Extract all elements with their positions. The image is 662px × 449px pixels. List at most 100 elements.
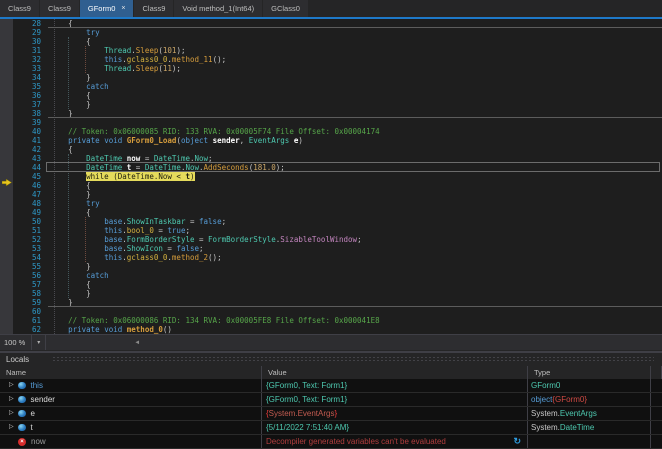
code-text[interactable]: Thread.Sleep(101);: [50, 46, 185, 55]
token: =: [131, 163, 145, 172]
line-number: 42: [13, 145, 41, 154]
code-text[interactable]: private void GForm0_Load(object sender, …: [50, 136, 303, 145]
refresh-icon[interactable]: ↻: [513, 435, 521, 448]
tab-void-method_1-int64-[interactable]: Void method_1(Int64): [174, 0, 262, 17]
locals-row-sender[interactable]: ▷sender{GForm0, Text: Form1}object {GFor…: [0, 393, 662, 407]
zoom-level-button[interactable]: 100 %: [0, 335, 31, 350]
indent: [50, 217, 104, 226]
line-number: 56: [13, 271, 41, 280]
value-cell[interactable]: {GForm0, Text: Form1}: [262, 393, 528, 406]
token: void: [104, 325, 122, 334]
indent: [50, 325, 68, 334]
code-line: 52 base.FormBorderStyle = FormBorderStyl…: [0, 235, 662, 244]
locals-row-now[interactable]: ×nowDecompiler generated variables can't…: [0, 435, 662, 449]
code-text[interactable]: {: [50, 145, 73, 154]
indent: [50, 46, 104, 55]
token: this: [104, 226, 122, 235]
code-text[interactable]: }: [50, 289, 91, 298]
value-cell[interactable]: {GForm0, Text: Form1}: [262, 379, 528, 392]
value-cell[interactable]: {5/11/2022 7:51:40 AM}: [262, 421, 528, 434]
expander-icon[interactable]: ▷: [9, 379, 18, 392]
code-line: 28 {: [0, 19, 662, 28]
code-text[interactable]: try: [50, 28, 100, 37]
value-cell[interactable]: {System.EventArgs}: [262, 407, 528, 420]
code-text[interactable]: DateTime t = DateTime.Now.AddSeconds(181…: [50, 163, 285, 172]
code-text[interactable]: base.ShowIcon = false;: [50, 244, 204, 253]
code-text[interactable]: while (DateTime.Now < t): [50, 172, 195, 181]
line-number: 38: [13, 109, 41, 118]
code-text[interactable]: catch: [50, 82, 109, 91]
token: // Token: 0x06000085 RID: 133 RVA: 0x000…: [68, 127, 380, 136]
code-text[interactable]: {: [50, 280, 91, 289]
indent: [50, 55, 104, 64]
token: gclass0_0: [127, 253, 168, 262]
type-text: EventArgs: [560, 409, 597, 418]
expander-icon[interactable]: ▷: [9, 393, 18, 406]
line-number: 36: [13, 91, 41, 100]
code-line: 32 this.gclass0_0.method_11();: [0, 55, 662, 64]
code-editor[interactable]: 28 {29 try30 {31 Thread.Sleep(101);32 th…: [0, 19, 662, 334]
code-text[interactable]: }: [50, 100, 91, 109]
tab-label: Void method_1(Int64): [182, 4, 254, 13]
expander-icon[interactable]: ▷: [9, 407, 18, 420]
type-cell: GForm0: [528, 379, 651, 392]
locals-row-this[interactable]: ▷this{GForm0, Text: Form1}GForm0: [0, 379, 662, 393]
token: catch: [86, 271, 109, 280]
code-line: 37 }: [0, 100, 662, 109]
tab-gclass0[interactable]: GClass0: [263, 0, 308, 17]
code-text[interactable]: Thread.Sleep(11);: [50, 64, 181, 73]
token: {: [68, 145, 73, 154]
code-text[interactable]: base.FormBorderStyle = FormBorderStyle.S…: [50, 235, 362, 244]
indent: [50, 64, 104, 73]
indent: [50, 316, 68, 325]
code-text[interactable]: // Token: 0x06000085 RID: 133 RVA: 0x000…: [50, 127, 380, 136]
code-text[interactable]: {: [50, 91, 91, 100]
code-text[interactable]: {: [50, 208, 91, 217]
code-text[interactable]: }: [50, 190, 91, 199]
horizontal-scrollbar[interactable]: ◄: [46, 335, 662, 350]
value-cell[interactable]: Decompiler generated variables can't be …: [262, 435, 528, 448]
column-header-name[interactable]: Name: [0, 366, 262, 379]
tab-class9[interactable]: Class9: [134, 0, 173, 17]
code-text[interactable]: catch: [50, 271, 109, 280]
locals-row-e[interactable]: ▷e{System.EventArgs}System.EventArgs: [0, 407, 662, 421]
token: true: [167, 226, 185, 235]
expander-icon[interactable]: ▷: [9, 421, 18, 434]
zoom-dropdown-button[interactable]: ▾: [31, 335, 46, 350]
tab-gform0[interactable]: GForm0×: [80, 0, 134, 17]
column-header-filler: [651, 366, 662, 379]
code-text[interactable]: private void method_0(): [50, 325, 172, 334]
code-text[interactable]: }: [50, 262, 91, 271]
indent: [50, 253, 104, 262]
scroll-left-icon[interactable]: ◄: [134, 335, 140, 350]
code-text[interactable]: this.gclass0_0.method_2();: [50, 253, 222, 262]
token: );: [172, 64, 181, 73]
tab-class9[interactable]: Class9: [0, 0, 39, 17]
code-text[interactable]: this.bool_0 = true;: [50, 226, 190, 235]
code-text[interactable]: {: [50, 181, 91, 190]
column-header-type[interactable]: Type: [528, 366, 651, 379]
line-number: 57: [13, 280, 41, 289]
token: ();: [213, 55, 227, 64]
line-number: 30: [13, 37, 41, 46]
close-icon[interactable]: ×: [121, 5, 125, 12]
code-text[interactable]: // Token: 0x06000086 RID: 134 RVA: 0x000…: [50, 316, 380, 325]
code-line: 48 try: [0, 199, 662, 208]
code-text[interactable]: }: [50, 73, 91, 82]
token: // Token: 0x06000086 RID: 134 RVA: 0x000…: [68, 316, 380, 325]
column-header-value[interactable]: Value: [262, 366, 528, 379]
locals-row-t[interactable]: ▷t{5/11/2022 7:51:40 AM}System.DateTime: [0, 421, 662, 435]
indent: [50, 172, 86, 181]
token: Sleep: [136, 64, 159, 73]
token: try: [86, 199, 100, 208]
code-text[interactable]: this.gclass0_0.method_11();: [50, 55, 226, 64]
token: <: [172, 172, 186, 181]
locals-header-row: NameValueType: [0, 366, 662, 379]
code-text[interactable]: base.ShowInTaskbar = false;: [50, 217, 226, 226]
name-cell: ×now: [0, 435, 262, 448]
code-text[interactable]: {: [50, 37, 91, 46]
token: ): [190, 172, 195, 181]
code-text[interactable]: try: [50, 199, 100, 208]
tab-class9[interactable]: Class9: [40, 0, 79, 17]
code-text[interactable]: DateTime now = DateTime.Now;: [50, 154, 213, 163]
